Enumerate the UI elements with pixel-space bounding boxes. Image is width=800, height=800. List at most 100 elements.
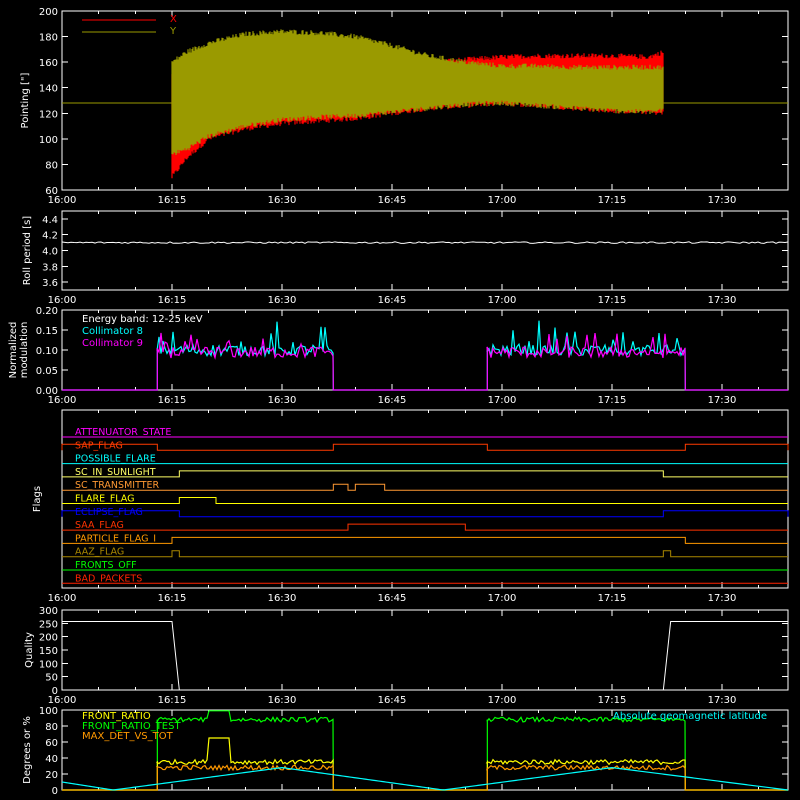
flag-line-flare-flag	[62, 497, 788, 504]
x-tick-label: 17:30	[708, 395, 737, 406]
x-tick-label: 17:30	[708, 695, 737, 706]
rhessi-observing-summary: 16:00 16:15 16:30 16:45 17:00 17:15 17:30 60 80 1…	[8, 7, 789, 797]
panel-3: 16:00 16:15 16:30 16:45 17:00 17:15 17:30 Flags…	[32, 409, 789, 604]
x-tick-label: 17:00	[488, 195, 517, 206]
panel-4: 16:00 16:15 16:30 16:45 17:00 17:15 17:3005010…	[24, 606, 789, 706]
flag-label: SC_TRANSMITTER	[75, 480, 160, 491]
flag-label: ECLIPSE_FLAG	[75, 507, 143, 518]
x-tick-label: 16:15	[158, 593, 187, 604]
x-tick-label: 17:15	[598, 195, 627, 206]
legend-label: Collimator 9	[82, 338, 143, 349]
panel-frame	[61, 609, 789, 691]
y-tick-label: 100	[39, 135, 58, 146]
y-axis-label: Quality	[24, 632, 35, 668]
flag-label: ATTENUATOR_STATE	[75, 427, 171, 438]
y-tick-label: 200	[39, 7, 58, 18]
x-tick-label: 16:30	[268, 695, 297, 706]
x-tick-label: 17:15	[598, 593, 627, 604]
flag-label: POSSIBLE_FLARE	[75, 454, 156, 465]
panel-0: 16:00 16:15 16:30 16:45 17:00 17:15 17:3060801…	[20, 7, 789, 206]
flag-label: BAD_PACKETS	[75, 573, 142, 584]
x-tick-label: 16:30	[268, 395, 297, 406]
flag-line-saa-flag	[62, 523, 788, 531]
flag-line-particle-flag-i	[62, 536, 788, 544]
flag-line-sc-in-sunlight	[62, 470, 788, 478]
x-tick-label: 17:00	[488, 295, 517, 306]
y-tick-label: 0	[52, 686, 58, 697]
y-tick-label: 80	[45, 722, 58, 733]
y-tick-label: 4.4	[42, 215, 58, 226]
x-tick-label: 16:00	[48, 593, 77, 604]
flag-label: FRONTS_OFF	[75, 560, 137, 571]
y-tick-label: 150	[39, 646, 58, 657]
x-tick-label: 17:15	[598, 395, 627, 406]
x-tick-label: 16:30	[268, 195, 297, 206]
y-tick-label: 60	[45, 186, 58, 197]
series-collimator-9	[62, 332, 788, 391]
series-quality	[62, 620, 788, 691]
series-absolute-geomagnetic-latitude	[61, 766, 789, 791]
y-tick-label: 200	[39, 633, 58, 644]
y-tick-label: 100	[39, 659, 58, 670]
x-tick-label: 17:00	[488, 593, 517, 604]
y-axis-label: Roll period [s]	[22, 216, 33, 285]
y-tick-label: 0.10	[36, 346, 58, 357]
y-axis-label: Normalized	[8, 322, 19, 379]
panel-2: 16:00 16:15 16:30 16:45 17:00 17:15 17:300.000…	[8, 306, 789, 406]
y-tick-label: 180	[39, 33, 58, 44]
legend-label: Y	[169, 26, 177, 37]
geomagnetic-annotation: Absolute geomagnetic latitude	[613, 711, 767, 722]
x-tick-label: 16:15	[158, 195, 187, 206]
x-tick-label: 17:15	[598, 295, 627, 306]
flag-line-sap-flag	[61, 443, 789, 451]
x-tick-label: 16:45	[378, 195, 407, 206]
x-tick-label: 17:30	[708, 593, 737, 604]
y-tick-label: 4.2	[42, 231, 58, 242]
y-tick-label: 0	[52, 786, 58, 797]
x-tick-label: 17:00	[488, 395, 517, 406]
x-tick-label: 16:15	[158, 695, 187, 706]
series-y	[171, 29, 664, 155]
x-tick-label: 17:30	[708, 295, 737, 306]
legend-label: MAX_DET_VS_TOT	[82, 731, 174, 742]
panel-5: 020406080100Degrees or % FRONT_RATIOFRONT…	[22, 706, 789, 797]
x-tick-label: 16:30	[268, 593, 297, 604]
x-tick-label: 16:45	[378, 295, 407, 306]
series-max-det-vs-tot	[62, 763, 788, 791]
panel-frame	[61, 210, 789, 291]
y-axis-label: modulation	[19, 322, 30, 379]
y-tick-label: 100	[39, 706, 58, 717]
x-tick-label: 16:45	[378, 395, 407, 406]
legend-label: X	[170, 14, 177, 25]
y-tick-label: 50	[45, 673, 58, 684]
x-tick-label: 16:15	[158, 395, 187, 406]
y-tick-label: 20	[45, 770, 58, 781]
flag-label: PARTICLE_FLAG_I	[75, 533, 156, 544]
x-tick-label: 17:00	[488, 695, 517, 706]
flag-label: AAZ_FLAG	[75, 547, 124, 558]
x-tick-label: 17:15	[598, 695, 627, 706]
y-tick-label: 3.8	[42, 262, 58, 273]
y-tick-label: 80	[45, 160, 58, 171]
y-tick-label: 0.05	[36, 366, 58, 377]
x-tick-label: 16:30	[268, 295, 297, 306]
y-axis-label: Flags	[32, 486, 43, 512]
flag-label: SAA_FLAG	[75, 520, 124, 531]
flag-label: SAP_FLAG	[75, 440, 123, 451]
y-tick-label: 60	[45, 738, 58, 749]
panel-1: 16:00 16:15 16:30 16:45 17:00 17:15 17:30 3.6 3.…	[22, 210, 789, 306]
series-roll-period	[61, 241, 789, 244]
y-tick-label: 0.00	[36, 386, 58, 397]
legend-label: Collimator 8	[82, 326, 143, 337]
y-tick-label: 140	[39, 84, 58, 95]
flag-line-eclipse-flag	[61, 510, 789, 518]
flag-line-sc-transmitter	[62, 483, 788, 491]
y-tick-label: 3.6	[42, 278, 58, 289]
flag-label: FLARE_FLAG	[75, 494, 135, 505]
y-axis-label: Pointing ["]	[20, 72, 31, 128]
x-tick-label: 16:45	[378, 593, 407, 604]
y-tick-label: 4.0	[42, 247, 58, 258]
x-tick-label: 16:00	[48, 295, 77, 306]
y-tick-label: 40	[45, 754, 58, 765]
x-tick-label: 16:45	[378, 695, 407, 706]
